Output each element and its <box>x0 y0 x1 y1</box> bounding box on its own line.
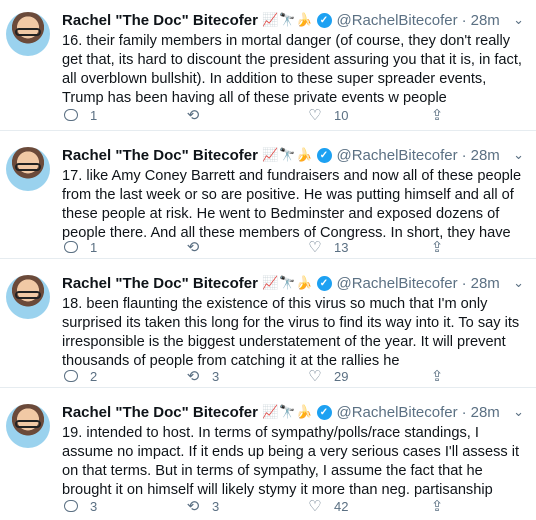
like-count: 10 <box>334 107 349 123</box>
chevron-down-icon[interactable]: ⌄ <box>513 275 524 291</box>
separator-dot: · <box>461 274 467 292</box>
reply-count: 1 <box>90 107 98 123</box>
verified-badge-icon: ✓ <box>316 404 332 420</box>
separator-dot: · <box>461 403 467 421</box>
timestamp[interactable]: 28m <box>471 404 500 421</box>
tweet-actions: 3 ⟲ 3 ♡ 42 ⇪ <box>62 497 536 515</box>
user-handle[interactable]: @RachelBitecofer <box>337 147 458 164</box>
reply-button[interactable]: 1 <box>62 240 184 255</box>
retweet-icon: ⟲ <box>186 498 200 515</box>
timestamp[interactable]: 28m <box>471 147 500 164</box>
share-icon: ⇪ <box>430 368 444 385</box>
tweet-actions: 1 ⟲ ♡ 13 ⇪ <box>62 238 536 256</box>
display-name[interactable]: Rachel "The Doc" Bitecofer <box>62 12 258 29</box>
name-emoji: 📈🔭🍌 <box>261 404 314 419</box>
reply-icon <box>64 109 78 121</box>
retweet-button[interactable]: ⟲ <box>184 238 306 256</box>
reply-button[interactable]: 2 <box>62 369 184 384</box>
like-count: 42 <box>334 498 349 514</box>
retweet-button[interactable]: ⟲ 3 <box>184 497 306 515</box>
tweet[interactable]: Rachel "The Doc" Bitecofer 📈🔭🍌 ✓ @Rachel… <box>0 131 536 259</box>
verified-badge-icon: ✓ <box>316 275 332 291</box>
name-emoji: 📈🔭🍌 <box>261 147 314 162</box>
avatar[interactable] <box>6 404 50 448</box>
share-icon: ⇪ <box>430 107 444 124</box>
avatar[interactable] <box>6 12 50 56</box>
retweet-count: 3 <box>212 368 220 384</box>
share-icon: ⇪ <box>430 239 444 256</box>
reply-button[interactable]: 1 <box>62 108 184 123</box>
name-emoji: 📈🔭🍌 <box>261 12 314 27</box>
timestamp[interactable]: 28m <box>471 275 500 292</box>
avatar[interactable] <box>6 147 50 191</box>
tweet[interactable]: Rachel "The Doc" Bitecofer 📈🔭🍌 ✓ @Rachel… <box>0 0 536 131</box>
reply-icon <box>64 370 78 382</box>
tweet-text: 17. like Amy Coney Barrett and fundraise… <box>62 168 522 241</box>
like-button[interactable]: ♡ 10 <box>306 106 428 124</box>
retweet-button[interactable]: ⟲ <box>184 106 306 124</box>
reply-count: 1 <box>90 239 98 255</box>
tweet[interactable]: Rachel "The Doc" Bitecofer 📈🔭🍌 ✓ @Rachel… <box>0 259 536 388</box>
reply-icon <box>64 500 78 512</box>
verified-badge-icon: ✓ <box>316 147 332 163</box>
display-name[interactable]: Rachel "The Doc" Bitecofer <box>62 275 258 292</box>
tweet-text: 16. their family members in mortal dange… <box>62 33 522 106</box>
tweet-text: 18. been flaunting the existence of this… <box>62 296 520 369</box>
display-name[interactable]: Rachel "The Doc" Bitecofer <box>62 147 258 164</box>
retweet-button[interactable]: ⟲ 3 <box>184 367 306 385</box>
timestamp[interactable]: 28m <box>471 12 500 29</box>
chevron-down-icon[interactable]: ⌄ <box>513 12 524 28</box>
retweet-icon: ⟲ <box>186 239 200 256</box>
share-button[interactable]: ⇪ <box>428 497 536 515</box>
heart-icon: ♡ <box>308 239 322 256</box>
user-handle[interactable]: @RachelBitecofer <box>337 12 458 29</box>
separator-dot: · <box>461 146 467 164</box>
retweet-icon: ⟲ <box>186 107 200 124</box>
heart-icon: ♡ <box>308 368 322 385</box>
tweet-header: Rachel "The Doc" Bitecofer 📈🔭🍌 ✓ @Rachel… <box>62 273 522 293</box>
tweet-actions: 1 ⟲ ♡ 10 ⇪ <box>62 106 536 124</box>
user-handle[interactable]: @RachelBitecofer <box>337 404 458 421</box>
share-button[interactable]: ⇪ <box>428 238 536 256</box>
user-handle[interactable]: @RachelBitecofer <box>337 275 458 292</box>
tweet-text: 19. intended to host. In terms of sympat… <box>62 425 520 498</box>
share-button[interactable]: ⇪ <box>428 106 536 124</box>
display-name[interactable]: Rachel "The Doc" Bitecofer <box>62 404 258 421</box>
like-count: 29 <box>334 368 349 384</box>
tweet-header: Rachel "The Doc" Bitecofer 📈🔭🍌 ✓ @Rachel… <box>62 145 522 165</box>
reply-icon <box>64 241 78 253</box>
share-icon: ⇪ <box>430 498 444 515</box>
like-button[interactable]: ♡ 13 <box>306 238 428 256</box>
name-emoji: 📈🔭🍌 <box>261 275 314 290</box>
chevron-down-icon[interactable]: ⌄ <box>513 147 524 163</box>
tweet-actions: 2 ⟲ 3 ♡ 29 ⇪ <box>62 367 536 385</box>
share-button[interactable]: ⇪ <box>428 367 536 385</box>
avatar[interactable] <box>6 275 50 319</box>
like-count: 13 <box>334 239 349 255</box>
reply-count: 2 <box>90 368 98 384</box>
separator-dot: · <box>461 11 467 29</box>
tweet-header: Rachel "The Doc" Bitecofer 📈🔭🍌 ✓ @Rachel… <box>62 402 522 422</box>
like-button[interactable]: ♡ 42 <box>306 497 428 515</box>
like-button[interactable]: ♡ 29 <box>306 367 428 385</box>
reply-button[interactable]: 3 <box>62 499 184 514</box>
heart-icon: ♡ <box>308 498 322 515</box>
chevron-down-icon[interactable]: ⌄ <box>513 404 524 420</box>
retweet-icon: ⟲ <box>186 368 200 385</box>
verified-badge-icon: ✓ <box>316 12 332 28</box>
heart-icon: ♡ <box>308 107 322 124</box>
retweet-count: 3 <box>212 498 220 514</box>
tweet-thread: Rachel "The Doc" Bitecofer 📈🔭🍌 ✓ @Rachel… <box>0 0 536 520</box>
tweet-header: Rachel "The Doc" Bitecofer 📈🔭🍌 ✓ @Rachel… <box>62 10 522 30</box>
tweet[interactable]: Rachel "The Doc" Bitecofer 📈🔭🍌 ✓ @Rachel… <box>0 388 536 520</box>
reply-count: 3 <box>90 498 98 514</box>
